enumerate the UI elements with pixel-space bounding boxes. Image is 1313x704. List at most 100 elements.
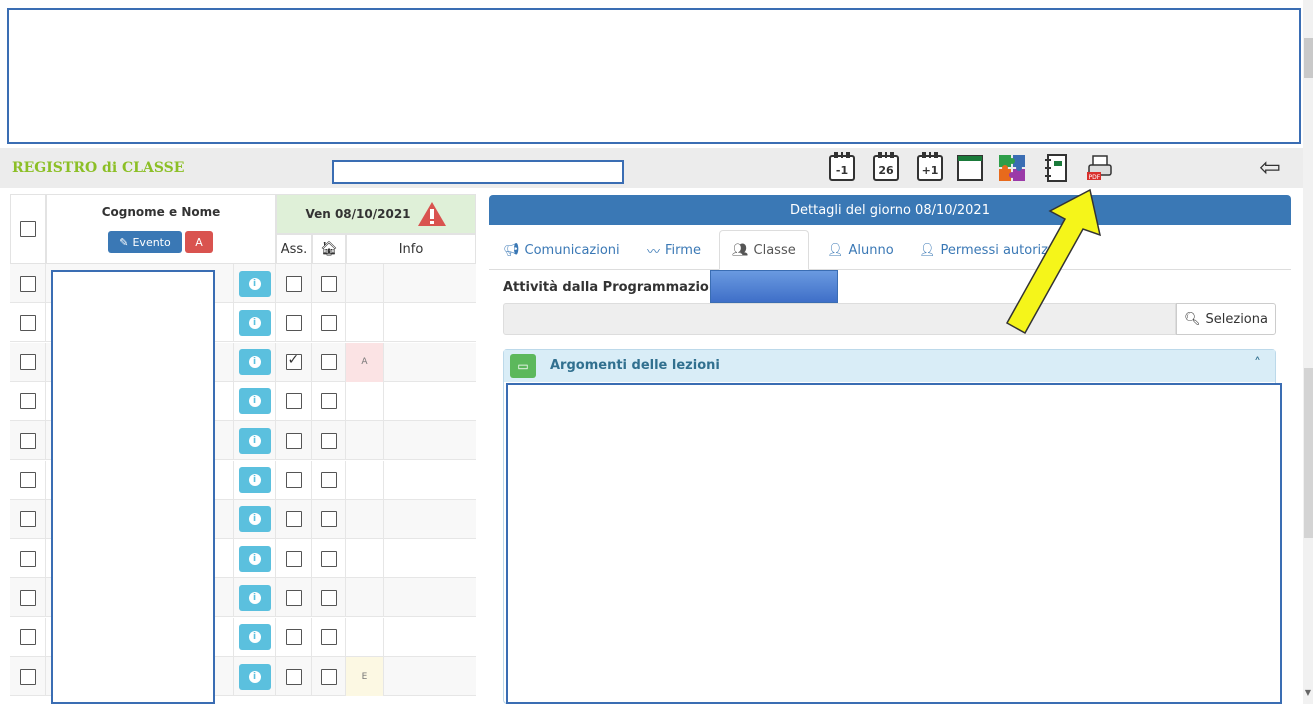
search-icon: 🔍︎	[1184, 311, 1201, 327]
info-icon: i	[248, 395, 261, 408]
yellow-pointer-arrow	[1005, 188, 1102, 335]
info-button[interactable]: i	[238, 624, 271, 651]
scrollbar-thumb[interactable]	[1304, 38, 1313, 78]
row-checkbox[interactable]	[19, 472, 36, 488]
info-cell	[384, 539, 476, 578]
toolbar-input[interactable]	[332, 160, 624, 184]
home-checkbox[interactable]	[320, 550, 337, 567]
info-button[interactable]: i	[238, 388, 271, 415]
home-checkbox[interactable]	[320, 393, 337, 410]
info-icon: i	[248, 591, 261, 604]
info-button[interactable]: i	[238, 309, 271, 336]
day-details-header: Dettagli del giorno 08/10/2021	[489, 195, 1291, 225]
seleziona-button[interactable]: 🔍︎ Seleziona	[1176, 303, 1276, 335]
a-button[interactable]: A	[185, 231, 213, 253]
row-checkbox[interactable]	[19, 314, 36, 331]
info-button[interactable]: i	[238, 506, 271, 533]
date-header: Ven 08/10/2021	[276, 194, 476, 234]
status-badge: E	[361, 671, 368, 682]
info-cell	[384, 657, 476, 696]
row-checkbox[interactable]	[19, 511, 36, 528]
info-button[interactable]: i	[238, 663, 271, 690]
user-lock-icon: 👤︎	[919, 242, 936, 258]
row-checkbox[interactable]	[19, 432, 36, 449]
info-icon: i	[248, 552, 261, 565]
calendar-next-icon[interactable]: +1	[914, 152, 946, 184]
info-cell	[384, 461, 476, 500]
calendar-today-icon[interactable]: 26	[870, 152, 902, 184]
select-all-cell	[10, 194, 46, 264]
tab-alunno[interactable]: 👤︎ Alunno	[827, 230, 894, 270]
absence-checkbox[interactable]	[285, 432, 302, 449]
programmazione-redacted	[710, 270, 838, 303]
info-icon: i	[248, 513, 261, 526]
page-scrollbar[interactable]	[1303, 0, 1313, 704]
absence-checkbox[interactable]	[285, 668, 302, 685]
absence-checkbox[interactable]	[285, 352, 302, 371]
evento-button[interactable]: ✎ Evento	[108, 231, 182, 253]
info-cell	[384, 303, 476, 342]
absence-checkbox[interactable]	[285, 629, 302, 646]
scroll-down-icon[interactable]: ▼	[1303, 688, 1313, 702]
select-all-checkbox[interactable]	[20, 221, 36, 237]
home-checkbox[interactable]	[320, 275, 337, 292]
tab-classe[interactable]: 👥︎ Classe	[719, 230, 809, 270]
programmazione-label: Attività dalla Programmazione	[503, 280, 727, 295]
info-button[interactable]: i	[238, 427, 271, 454]
row-checkbox[interactable]	[19, 393, 36, 410]
top-blank-panel	[7, 8, 1301, 144]
home-checkbox[interactable]	[320, 354, 337, 371]
info-button[interactable]: i	[238, 545, 271, 572]
home-checkbox[interactable]	[320, 589, 337, 606]
row-checkbox[interactable]	[19, 354, 36, 371]
names-redacted-box	[51, 270, 215, 704]
info-cell	[384, 500, 476, 539]
home-checkbox[interactable]	[320, 472, 337, 488]
name-header: Cognome e Nome ✎ Evento A	[46, 194, 276, 264]
absence-checkbox[interactable]	[285, 589, 302, 606]
absence-checkbox[interactable]	[285, 550, 302, 567]
row-checkbox[interactable]	[19, 668, 36, 685]
info-button[interactable]: i	[238, 584, 271, 611]
window-icon[interactable]	[954, 152, 986, 184]
absence-checkbox[interactable]	[285, 472, 302, 488]
absence-checkbox[interactable]	[285, 511, 302, 528]
row-checkbox[interactable]	[19, 275, 36, 292]
home-checkbox[interactable]	[320, 668, 337, 685]
info-cell	[384, 421, 476, 460]
info-icon: i	[248, 474, 261, 486]
back-arrow-icon[interactable]: ⇦	[1250, 152, 1290, 184]
row-checkbox[interactable]	[19, 550, 36, 567]
home-checkbox[interactable]	[320, 314, 337, 331]
absence-checkbox[interactable]	[285, 275, 302, 292]
absence-checkbox[interactable]	[285, 393, 302, 410]
argomenti-header[interactable]: ▭ Argomenti delle lezioni ˄	[504, 350, 1275, 382]
info-button[interactable]: i	[238, 467, 271, 493]
tab-firme[interactable]: 〰 Firme	[647, 230, 701, 270]
tab-comunicazioni[interactable]: 📢︎ Comunicazioni	[503, 230, 620, 270]
details-tabs: 📢︎ Comunicazioni 〰 Firme 👥︎ Classe 👤︎ Alunno…	[489, 230, 1291, 270]
svg-text:PDF: PDF	[1089, 174, 1101, 181]
calendar-prev-icon[interactable]: -1	[826, 152, 858, 184]
info-icon: i	[248, 670, 261, 683]
chevron-up-icon[interactable]: ˄	[1254, 356, 1261, 372]
info-button[interactable]: i	[238, 349, 271, 376]
puzzle-icon[interactable]	[996, 152, 1028, 184]
info-icon: i	[248, 434, 261, 447]
print-pdf-icon[interactable]: PDF	[1084, 152, 1116, 184]
info-cell	[384, 343, 476, 382]
row-checkbox[interactable]	[19, 589, 36, 606]
absence-checkbox[interactable]	[285, 314, 302, 331]
info-button[interactable]: i	[238, 270, 271, 297]
home-checkbox[interactable]	[320, 432, 337, 449]
row-checkbox[interactable]	[19, 629, 36, 646]
home-checkbox[interactable]	[320, 629, 337, 646]
info-cell	[384, 578, 476, 617]
warning-icon[interactable]	[417, 201, 447, 227]
notebook-icon[interactable]	[1040, 152, 1072, 184]
user-icon: 👤︎	[827, 242, 844, 258]
home-checkbox[interactable]	[320, 511, 337, 528]
scrollbar-thumb-lower[interactable]	[1304, 368, 1313, 538]
home-icon: 🏠︎	[312, 234, 346, 264]
ass-header: Ass.	[276, 234, 312, 264]
